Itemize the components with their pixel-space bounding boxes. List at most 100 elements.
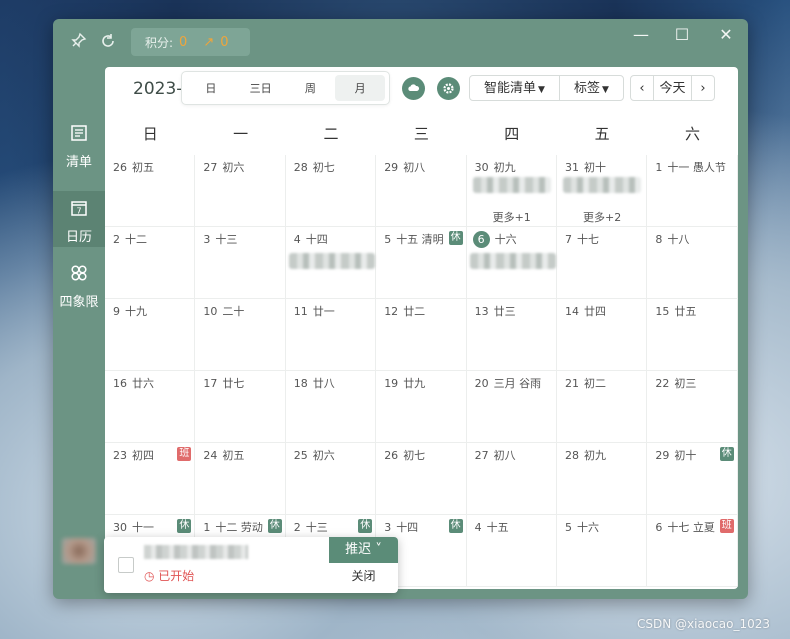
calendar-day-cell[interactable]: 29 初十 休 (647, 443, 738, 515)
lunar-date: 初六 (222, 161, 245, 174)
sidebar-item-quadrant[interactable]: 四象限 (53, 264, 105, 320)
lunar-date: 十五 (486, 521, 509, 534)
close-popup-button[interactable]: 关闭 (329, 567, 398, 584)
tab-three-day[interactable]: 三日 (236, 75, 286, 101)
calendar-day-cell[interactable]: 5 十五 清明休 (376, 227, 467, 299)
lunar-date: 初十 (584, 161, 606, 174)
gear-icon[interactable] (437, 77, 460, 100)
event-chip[interactable] (469, 253, 556, 269)
next-month-button[interactable]: › (691, 75, 715, 101)
calendar-day-cell[interactable]: 26 初七 (376, 443, 467, 515)
calendar-day-cell[interactable]: 26 初五 (105, 155, 196, 227)
calendar-panel: 2023-( 日 三日 周 月 智能清单 ▼ 标签 ▼ ‹ 今天 › 日 一 二 三… (105, 67, 738, 589)
weekday-label: 二 (323, 125, 339, 143)
calendar-day-cell[interactable]: 9 十九 (105, 299, 196, 371)
lunar-date: 初十 (674, 449, 697, 462)
tags-dropdown[interactable]: 标签 ▼ (559, 75, 624, 101)
calendar-day-cell[interactable]: 21 初二 (557, 371, 648, 443)
event-chip[interactable] (563, 177, 641, 193)
tab-week[interactable]: 周 (286, 75, 336, 101)
lunar-date: 廿八 (312, 377, 335, 390)
tab-month[interactable]: 月 (335, 75, 385, 101)
sidebar-item-calendar[interactable]: 7 日历 (53, 191, 105, 247)
day-number: 15 (655, 305, 670, 318)
day-number: 6 (472, 231, 490, 248)
points-value: 0 (179, 34, 188, 50)
calendar-day-cell[interactable]: 6 十七 立夏班 (647, 515, 738, 587)
calendar-day-cell[interactable]: 27 初六 (195, 155, 286, 227)
lunar-date: 廿三 (493, 305, 516, 318)
calendar-day-cell[interactable]: 30 初九 更多+1 (466, 155, 557, 227)
day-number: 26 (384, 449, 399, 462)
lunar-date: 初九 (493, 161, 516, 174)
calendar-day-cell[interactable]: 29 初八 (376, 155, 467, 227)
calendar-day-cell[interactable]: 25 初六 (285, 443, 377, 515)
more-events-link[interactable]: 更多+1 (493, 209, 531, 225)
weekday-label: 五 (594, 125, 610, 143)
minimize-button[interactable]: — (631, 25, 651, 44)
more-events-link[interactable]: 更多+2 (583, 209, 621, 225)
calendar-icon: 7 (53, 199, 105, 222)
calendar-day-cell[interactable]: 28 初七 (285, 155, 377, 227)
lunar-date: 十五 清明 (396, 233, 444, 246)
clock-icon: ◷ (144, 569, 159, 583)
calendar-day-cell[interactable]: 2 十二 (105, 227, 196, 299)
close-button[interactable]: ✕ (716, 25, 736, 44)
task-checkbox[interactable] (118, 557, 134, 573)
calendar-day-cell[interactable]: 10 二十 (195, 299, 286, 371)
lunar-date: 廿五 (674, 305, 697, 318)
avatar[interactable] (62, 538, 96, 564)
lunar-date: 十四 (396, 521, 419, 534)
day-number: 30 (113, 521, 127, 534)
calendar-day-cell[interactable]: 22 初三 (647, 371, 738, 443)
prev-month-button[interactable]: ‹ (630, 75, 654, 101)
day-number: 5 (384, 233, 392, 246)
day-number: 16 (113, 377, 127, 390)
maximize-button[interactable]: ☐ (672, 25, 692, 44)
calendar-day-cell[interactable]: 3 十三 (195, 227, 286, 299)
calendar-day-cell[interactable]: 13 廿三 (466, 299, 557, 371)
calendar-day-cell[interactable]: 11 廿一 (285, 299, 377, 371)
today-button[interactable]: 今天 (653, 75, 692, 101)
calendar-day-cell[interactable]: 12 廿二 (376, 299, 467, 371)
day-number: 5 (565, 521, 572, 534)
lunar-date: 十三 (215, 233, 238, 246)
cloud-icon[interactable] (402, 77, 425, 100)
points-display[interactable]: 积分: 0 ↗ 0 (131, 28, 250, 56)
calendar-day-cell[interactable]: 19 廿九 (376, 371, 467, 443)
event-chip[interactable] (288, 253, 375, 269)
lunar-date: 十一 愚人节 (667, 161, 726, 174)
day-number: 27 (474, 449, 489, 462)
day-number: 2 (293, 521, 301, 534)
calendar-day-cell[interactable]: 7 十七 (557, 227, 648, 299)
calendar-day-cell[interactable]: 28 初九 (557, 443, 648, 515)
calendar-day-cell[interactable]: 18 廿八 (285, 371, 377, 443)
pin-icon[interactable] (69, 32, 87, 54)
calendar-day-cell[interactable]: 5 十六 (557, 515, 648, 587)
task-reminder-popup: ◷ 已开始 推迟 ˅ 关闭 (104, 537, 398, 593)
event-chip[interactable] (472, 177, 551, 193)
trend-icon: ↗ (203, 34, 215, 50)
tab-day[interactable]: 日 (186, 75, 236, 101)
calendar-day-cell[interactable]: 17 廿七 (195, 371, 286, 443)
calendar-day-cell[interactable]: 31 初十 更多+2 (557, 155, 648, 227)
calendar-day-cell[interactable]: 24 初五 (195, 443, 286, 515)
sidebar-item-label: 日历 (65, 230, 92, 245)
calendar-day-cell[interactable]: 4 十五 (466, 515, 557, 587)
weekday-label: 三 (413, 125, 429, 143)
smart-list-dropdown[interactable]: 智能清单 ▼ (469, 75, 560, 101)
calendar-day-cell[interactable]: 8 十八 (647, 227, 738, 299)
calendar-day-cell[interactable]: 16 廿六 (105, 371, 196, 443)
calendar-day-cell[interactable]: 20 三月 谷雨 (466, 371, 557, 443)
calendar-day-cell[interactable]: 27 初八 (466, 443, 557, 515)
day-number: 1 (655, 161, 663, 174)
calendar-day-cell[interactable]: 15 廿五 (647, 299, 738, 371)
refresh-icon[interactable] (99, 32, 117, 54)
calendar-day-cell[interactable]: 14 廿四 (557, 299, 648, 371)
lunar-date: 十九 (125, 305, 147, 318)
day-number: 18 (293, 377, 308, 390)
calendar-day-cell[interactable]: 23 初四 班 (105, 443, 196, 515)
sidebar-item-list[interactable]: 清单 (53, 124, 105, 180)
calendar-day-cell[interactable]: 1 十一 愚人节 (647, 155, 738, 227)
postpone-button[interactable]: 推迟 ˅ (329, 537, 398, 563)
